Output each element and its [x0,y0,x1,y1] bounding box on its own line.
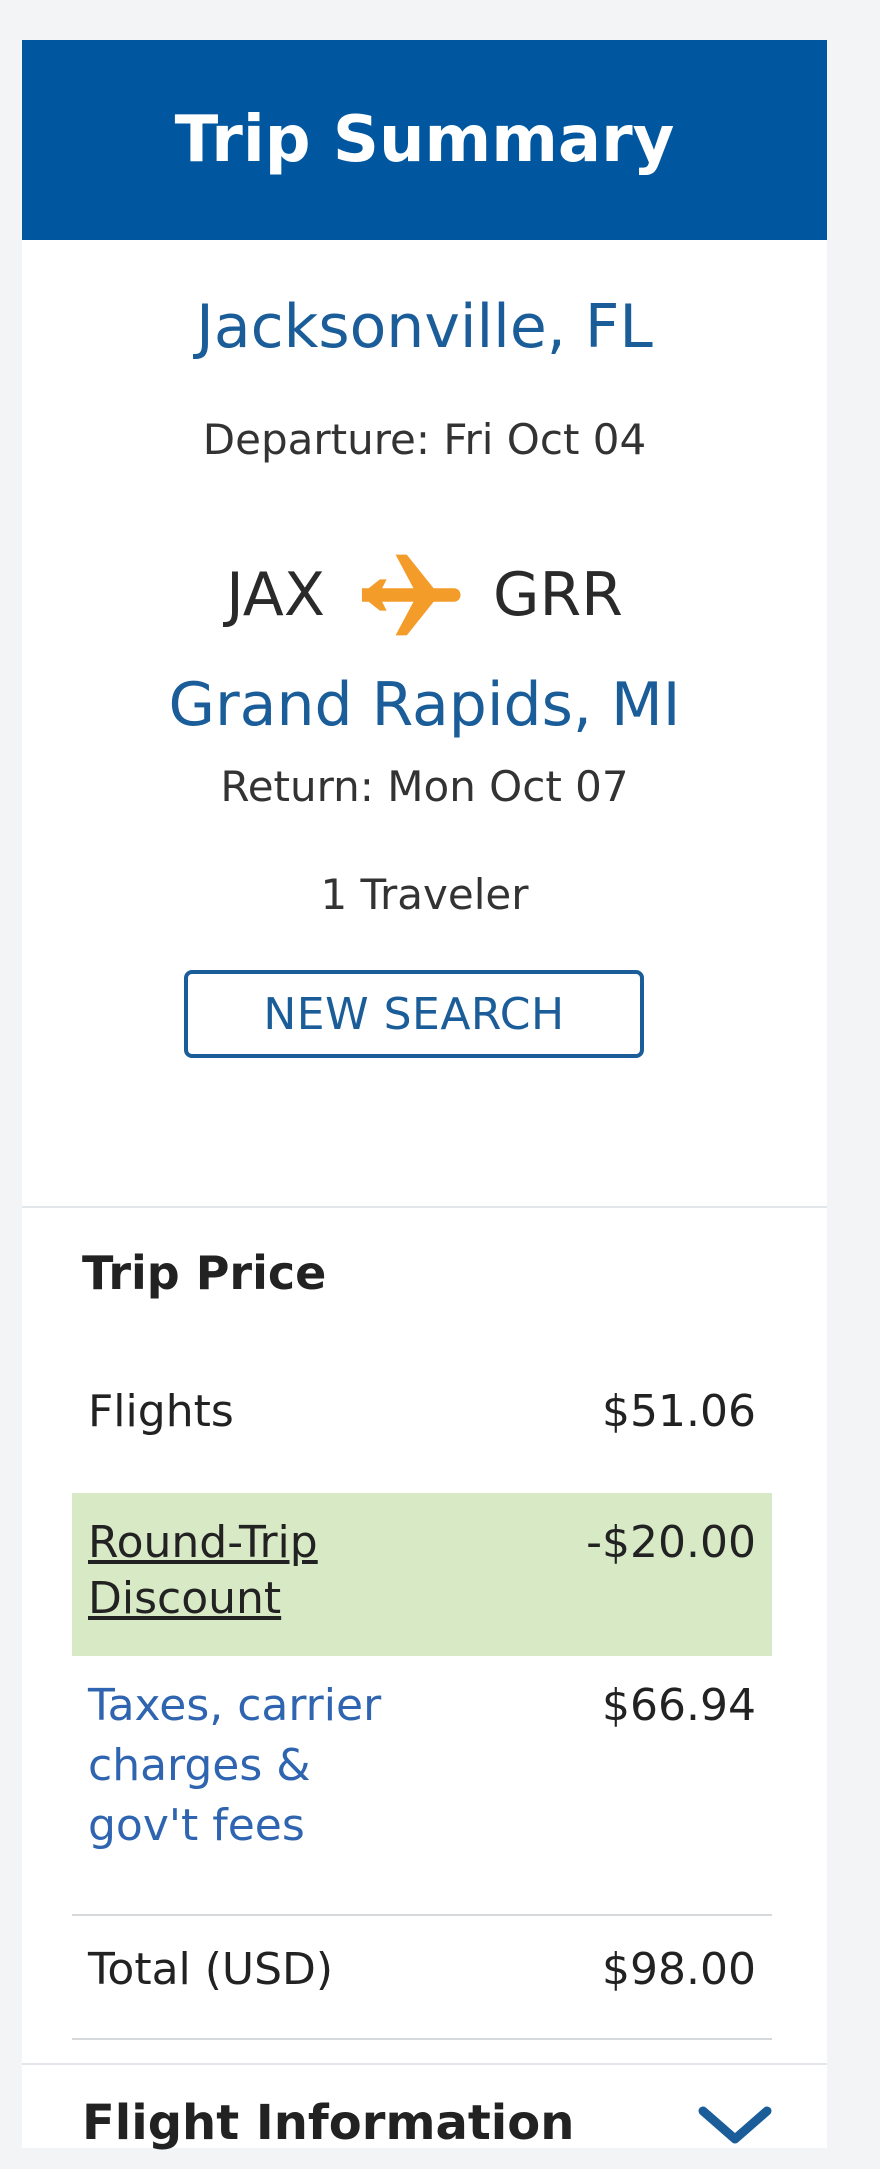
chevron-down-icon[interactable] [697,2105,773,2151]
route-codes: JAX GRR [22,540,827,650]
origin-city: Jacksonville, FL [196,292,653,362]
total-label: Total (USD) [88,1944,334,1995]
airplane-icon [353,549,465,641]
destination-city: Grand Rapids, MI [168,670,681,740]
new-search-button[interactable]: NEW SEARCH [184,970,644,1058]
trip-summary-panel: Trip Summary Jacksonville, FL Departure:… [22,40,827,2151]
bottom-divider [72,2038,772,2040]
trip-summary-header: Trip Summary [22,40,827,240]
flight-information-toggle[interactable]: Flight Information [22,2063,827,2151]
price-row-discount: Round-Trip Discount -$20.00 [72,1493,772,1656]
origin-code: JAX [226,560,325,630]
trip-price-section: Trip Price Flights $51.06 Round-Trip Dis… [22,1208,827,2063]
price-row-taxes: Taxes, carrier charges & gov't fees $66.… [72,1676,772,1856]
trip-price-title: Trip Price [82,1246,327,1300]
traveler-count: 1 Traveler [320,870,529,919]
discount-amount: -$20.00 [586,1517,756,1568]
return-date: Return: Mon Oct 07 [220,762,629,811]
flight-information-label: Flight Information [82,2095,575,2151]
destination-code: GRR [492,560,623,630]
taxes-fees-link[interactable]: Taxes, carrier charges & gov't fees [88,1676,388,1856]
departure-date: Departure: Fri Oct 04 [202,415,647,464]
total-divider [72,1914,772,1916]
flights-amount: $51.06 [602,1386,756,1437]
total-amount: $98.00 [602,1944,756,1995]
price-row-total: Total (USD) $98.00 [72,1944,772,1995]
round-trip-discount-link[interactable]: Round-Trip Discount [88,1515,418,1656]
taxes-amount: $66.94 [602,1680,756,1731]
page-title: Trip Summary [174,103,675,177]
price-row-flights: Flights $51.06 [72,1386,772,1437]
flights-label: Flights [88,1386,234,1437]
trip-overview: Jacksonville, FL Departure: Fri Oct 04 J… [22,240,827,1208]
